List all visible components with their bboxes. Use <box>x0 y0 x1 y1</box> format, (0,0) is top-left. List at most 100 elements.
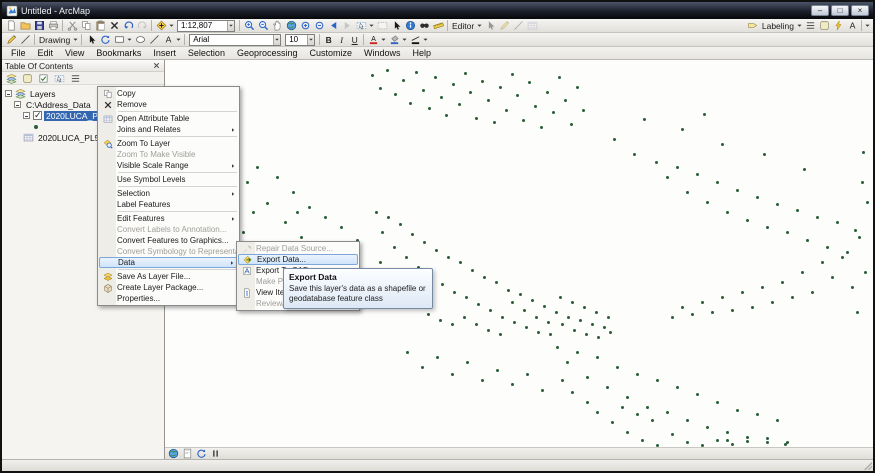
toolbar-options-icon[interactable] <box>864 22 871 29</box>
open-document-icon[interactable] <box>18 19 32 32</box>
menu-item-save-as-layer-file[interactable]: Save As Layer File... <box>99 271 238 282</box>
select-elements-icon[interactable] <box>389 19 403 32</box>
menu-item-zoom-to-make-visible[interactable]: Zoom To Make Visible <box>99 149 238 160</box>
close-button[interactable]: × <box>851 5 869 16</box>
menu-item-repair-data-source[interactable]: Repair Data Source... <box>238 243 358 254</box>
ellipse-tool-icon[interactable] <box>133 33 147 46</box>
menu-item-copy[interactable]: Copy <box>99 88 238 99</box>
rotate-icon[interactable] <box>98 33 112 46</box>
sketch-tool-icon[interactable] <box>4 33 18 46</box>
menu-item-use-symbol-levels[interactable]: Use Symbol Levels <box>99 174 238 185</box>
label-priority-ranking-icon[interactable] <box>803 19 817 32</box>
find-icon[interactable] <box>417 19 431 32</box>
list-by-source-icon[interactable] <box>21 72 34 84</box>
fill-color-icon-dropdown[interactable] <box>401 36 408 43</box>
map-scale-combo[interactable]: 1:12,807 <box>177 20 235 32</box>
italic-button[interactable]: I <box>335 34 348 46</box>
menu-edit[interactable]: Edit <box>32 47 60 60</box>
text-tool-icon-dropdown[interactable] <box>175 36 182 43</box>
labeling-toolbar-button[interactable]: Labeling <box>760 21 796 31</box>
undo-icon[interactable] <box>121 19 135 32</box>
maximize-button[interactable]: □ <box>831 5 849 16</box>
save-icon[interactable] <box>32 19 46 32</box>
pan-icon[interactable] <box>270 19 284 32</box>
menu-item-create-layer-package[interactable]: Create Layer Package... <box>99 282 238 293</box>
font-combo[interactable]: Arial <box>189 34 281 46</box>
layout-view-button[interactable] <box>181 448 193 459</box>
clear-selected-features-icon[interactable] <box>375 19 389 32</box>
map-scale-combo-dropdown[interactable] <box>227 21 234 31</box>
labeling-dropdown-icon[interactable] <box>796 22 803 29</box>
zoom-in-icon[interactable] <box>242 19 256 32</box>
copy-icon[interactable] <box>79 19 93 32</box>
menu-item-data[interactable]: Data <box>99 257 238 268</box>
label-weight-ranking-icon[interactable] <box>817 19 831 32</box>
line-color-icon-dropdown[interactable] <box>422 36 429 43</box>
drawing-toolbar-button[interactable]: Drawing <box>37 35 72 45</box>
point-symbol-swatch[interactable] <box>34 125 38 129</box>
menu-insert[interactable]: Insert <box>147 47 182 60</box>
create-features-icon[interactable] <box>497 19 511 32</box>
tree-expander-icon[interactable] <box>23 112 30 119</box>
font-color-icon-dropdown[interactable] <box>380 36 387 43</box>
menu-bookmarks[interactable]: Bookmarks <box>90 47 147 60</box>
paste-icon[interactable] <box>93 19 107 32</box>
menu-item-export-data[interactable]: Export Data... <box>238 254 358 265</box>
menu-item-selection[interactable]: Selection <box>99 188 238 199</box>
identify-icon[interactable] <box>403 19 417 32</box>
select-elements-icon[interactable] <box>84 33 98 46</box>
menu-item-convert-features-to-graphics[interactable]: Convert Features to Graphics... <box>99 235 238 246</box>
select-features-icon[interactable] <box>354 19 368 32</box>
menu-file[interactable]: File <box>5 47 32 60</box>
font-color-icon[interactable]: A <box>366 33 380 46</box>
tree-expander-icon[interactable] <box>5 90 12 97</box>
underline-button[interactable]: U <box>348 34 361 46</box>
refresh-view-button[interactable] <box>195 448 207 459</box>
line-tool-icon[interactable] <box>147 33 161 46</box>
menu-item-properties[interactable]: Properties... <box>99 293 238 304</box>
add-data-icon-dropdown[interactable] <box>168 22 175 29</box>
rectangle-tool-icon-dropdown[interactable] <box>126 36 133 43</box>
cut-icon[interactable] <box>65 19 79 32</box>
back-extent-icon[interactable] <box>326 19 340 32</box>
font-combo-dropdown[interactable] <box>273 35 280 45</box>
menu-item-convert-labels-to-annotation[interactable]: Convert Labels to Annotation... <box>99 224 238 235</box>
delete-icon[interactable] <box>107 19 121 32</box>
menu-help[interactable]: Help <box>407 47 438 60</box>
menu-geoprocessing[interactable]: Geoprocessing <box>231 47 304 60</box>
data-view-button[interactable] <box>167 448 179 459</box>
tree-expander-icon[interactable] <box>14 101 21 108</box>
font-size-combo-dropdown[interactable] <box>307 35 314 45</box>
menu-view[interactable]: View <box>59 47 90 60</box>
bold-button[interactable]: B <box>322 34 335 46</box>
redo-icon[interactable] <box>135 19 149 32</box>
line-color-icon[interactable] <box>408 33 422 46</box>
fixed-zoom-out-icon[interactable] <box>312 19 326 32</box>
minimize-button[interactable]: – <box>811 5 829 16</box>
menu-item-label-features[interactable]: Label Features <box>99 199 238 210</box>
menu-item-visible-scale-range[interactable]: Visible Scale Range <box>99 160 238 171</box>
edit-tool-icon[interactable] <box>483 19 497 32</box>
editor-toolbar-button[interactable]: Editor <box>450 21 476 31</box>
view-unplaced-labels-icon[interactable]: A <box>845 19 859 32</box>
edit-vertices-icon[interactable] <box>511 19 525 32</box>
fill-color-icon[interactable] <box>387 33 401 46</box>
lock-labels-icon[interactable] <box>831 19 845 32</box>
full-extent-icon[interactable] <box>284 19 298 32</box>
menu-customize[interactable]: Customize <box>304 47 359 60</box>
drawing-dropdown-icon[interactable] <box>72 36 79 43</box>
toc-close-icon[interactable] <box>152 61 161 70</box>
menu-item-zoom-to-layer[interactable]: Zoom To Layer <box>99 138 238 149</box>
toc-options-icon[interactable] <box>69 72 82 84</box>
menu-item-convert-symbology-to-representation[interactable]: Convert Symbology to Representation... <box>99 246 238 257</box>
list-by-visibility-icon[interactable] <box>37 72 50 84</box>
print-icon[interactable] <box>46 19 60 32</box>
text-tool-icon[interactable]: A <box>161 33 175 46</box>
pause-drawing-button[interactable] <box>209 448 221 459</box>
menu-selection[interactable]: Selection <box>182 47 231 60</box>
add-data-icon[interactable] <box>154 19 168 32</box>
font-size-combo[interactable]: 10 <box>285 34 315 46</box>
snap-tool-icon[interactable] <box>18 33 32 46</box>
rectangle-tool-icon[interactable] <box>112 33 126 46</box>
menu-windows[interactable]: Windows <box>358 47 407 60</box>
